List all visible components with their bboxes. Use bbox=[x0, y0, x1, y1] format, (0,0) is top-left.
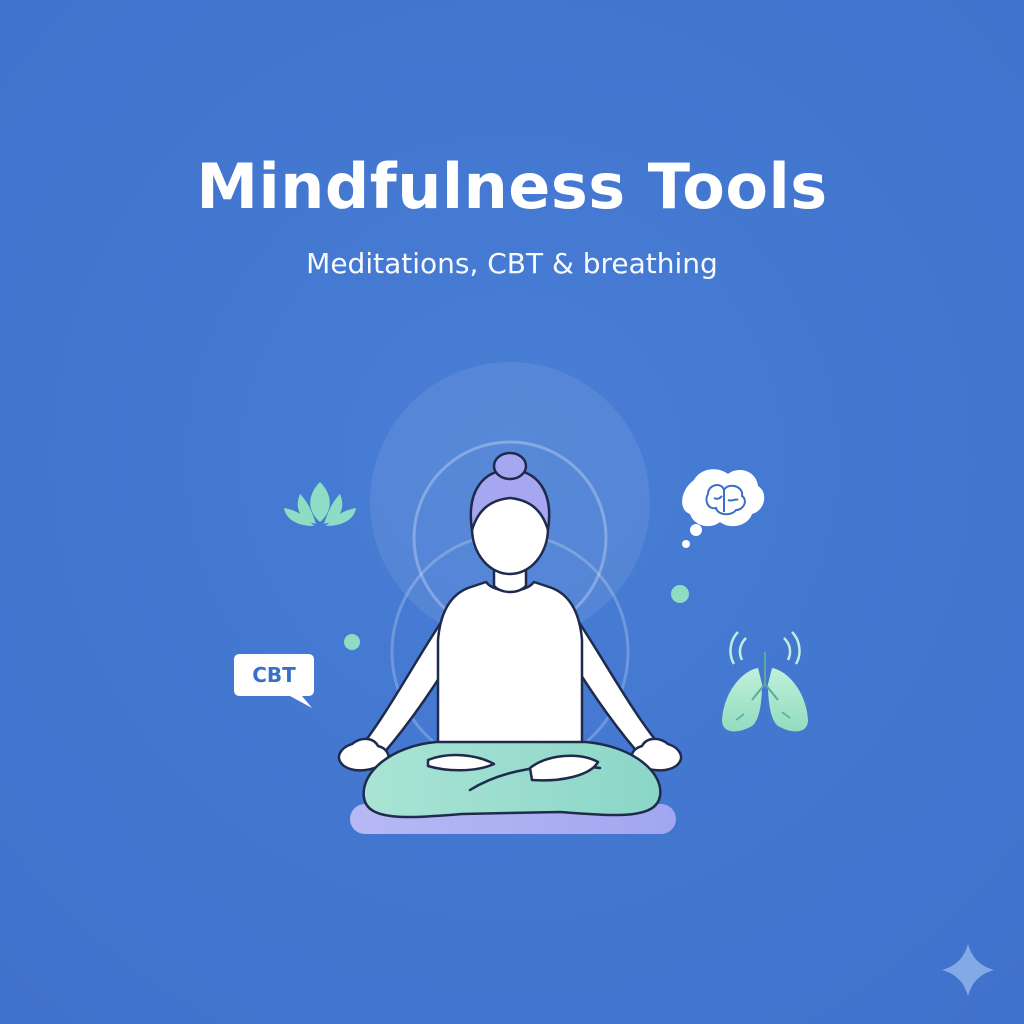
lotus-icon bbox=[284, 482, 356, 526]
cbt-badge-label: CBT bbox=[252, 663, 296, 687]
cbt-badge: CBT bbox=[234, 654, 314, 708]
meditation-illustration: CBT bbox=[234, 362, 994, 996]
sparkle-icon bbox=[942, 944, 994, 996]
lungs-icon bbox=[722, 631, 808, 732]
brain-thought-bubble-icon bbox=[682, 469, 765, 548]
mindfulness-hero-canvas: Mindfulness Tools Meditations, CBT & bre… bbox=[0, 0, 1024, 1024]
